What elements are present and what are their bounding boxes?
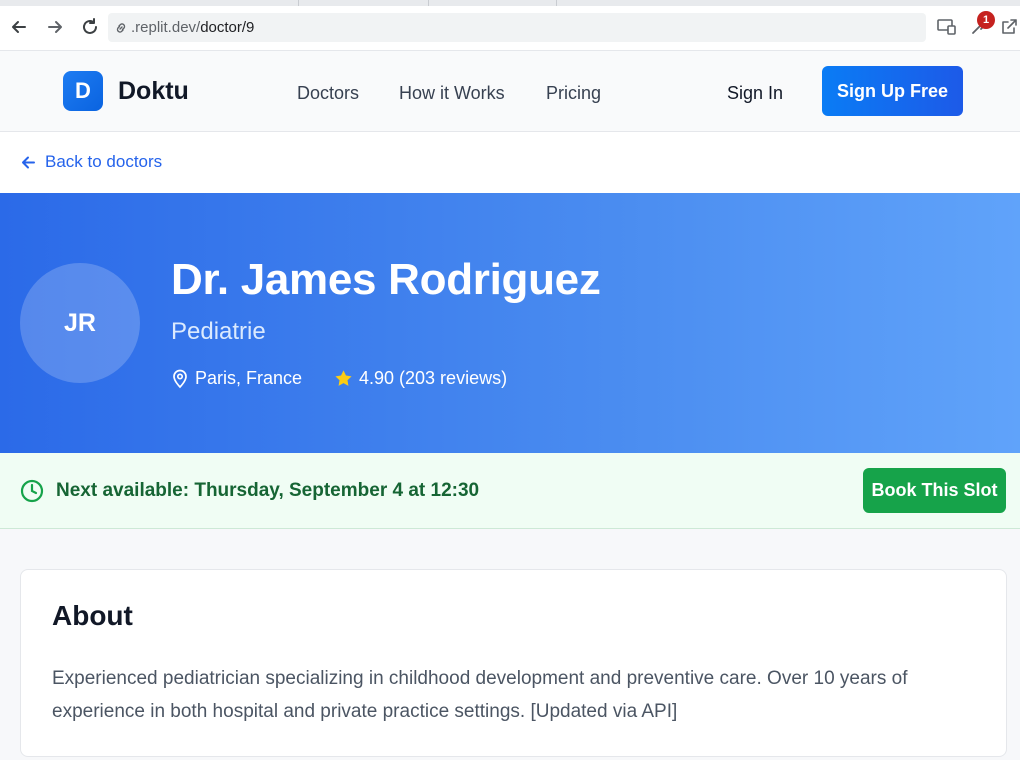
- address-bar[interactable]: .replit.dev/doctor/9: [108, 13, 926, 42]
- about-card: About Experienced pediatrician specializ…: [20, 569, 1007, 757]
- book-slot-button[interactable]: Book This Slot: [863, 468, 1006, 513]
- back-label: Back to doctors: [45, 152, 163, 171]
- logo[interactable]: D: [63, 71, 103, 111]
- avatar: JR: [20, 263, 140, 383]
- about-title: About: [52, 600, 133, 631]
- url-domain: .replit.dev/: [131, 19, 201, 36]
- next-available-text: Next available: Thursday, September 4 at…: [56, 480, 480, 501]
- rating-text: 4.90 (203 reviews): [359, 368, 508, 388]
- location-text: Paris, France: [195, 368, 303, 388]
- url-path: doctor/9: [200, 19, 255, 36]
- map-pin-icon: [171, 369, 189, 389]
- doctor-hero: JR Dr. James Rodriguez Pediatrie Paris, …: [0, 193, 1020, 453]
- sign-up-button[interactable]: Sign Up Free: [822, 66, 963, 116]
- brand-name[interactable]: Doktu: [118, 77, 189, 106]
- forward-arrow-icon[interactable]: [42, 14, 68, 40]
- browser-toolbar: .replit.dev/doctor/9: [0, 6, 1020, 51]
- site-header: D Doktu Doctors How it Works Pricing Sig…: [0, 51, 1020, 132]
- next-available: Next available: Thursday, September 4 at…: [20, 479, 479, 503]
- about-body: Experienced pediatrician specializing in…: [52, 668, 908, 722]
- back-bar: Back to doctors: [0, 132, 1020, 193]
- link-icon: [114, 21, 128, 35]
- doctor-location: Paris, France: [171, 368, 302, 389]
- nav-doctors[interactable]: Doctors: [297, 83, 359, 104]
- reload-icon[interactable]: [77, 14, 103, 40]
- star-icon: [334, 369, 353, 388]
- back-arrow-icon[interactable]: [6, 14, 32, 40]
- doctor-name: Dr. James Rodriguez: [171, 255, 601, 304]
- open-external-icon[interactable]: [998, 16, 1020, 38]
- arrow-left-icon: [20, 154, 37, 171]
- extension-badge: 1: [977, 11, 995, 29]
- availability-banner: Next available: Thursday, September 4 at…: [0, 453, 1020, 529]
- back-to-doctors-link[interactable]: Back to doctors: [20, 152, 162, 172]
- nav-how-it-works[interactable]: How it Works: [399, 83, 505, 104]
- sign-in-link[interactable]: Sign In: [727, 83, 783, 104]
- doctor-rating: 4.90 (203 reviews): [334, 368, 507, 389]
- doctor-specialty: Pediatrie: [171, 318, 266, 345]
- nav-pricing[interactable]: Pricing: [546, 83, 601, 104]
- clock-icon: [20, 479, 44, 503]
- cast-icon[interactable]: [936, 16, 958, 38]
